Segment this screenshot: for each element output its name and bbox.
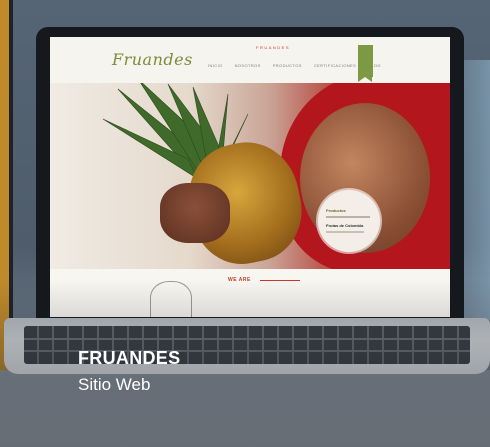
site-nav-item: INICIO: [208, 63, 223, 68]
site-nav-item: NOSOTROS: [234, 63, 261, 68]
laptop-screen: Fruandes FRUANDES INICIO NOSOTROS PRODUC…: [50, 37, 450, 317]
caption-overlay: [0, 280, 490, 447]
site-promo-badge: Productos Frutas de Colombia: [318, 190, 380, 252]
project-subtitle: Sitio Web: [78, 375, 151, 394]
site-logo: Fruandes: [112, 50, 193, 69]
site-nav-item: PRODUCTOS: [272, 63, 302, 68]
site-nav-item: CERTIFICACIONES: [313, 63, 357, 68]
hand-shape: [160, 183, 230, 243]
site-nav: INICIO NOSOTROS PRODUCTOS CERTIFICACIONE…: [208, 63, 381, 68]
project-title[interactable]: FRUANDES: [78, 348, 180, 369]
site-topbar-text: FRUANDES: [256, 45, 291, 50]
site-flag-badge: [358, 45, 373, 82]
portfolio-card[interactable]: Fruandes FRUANDES INICIO NOSOTROS PRODUC…: [0, 0, 490, 447]
site-header: Fruandes FRUANDES INICIO NOSOTROS PRODUC…: [50, 37, 450, 83]
site-hero-image: Productos Frutas de Colombia: [50, 83, 450, 269]
